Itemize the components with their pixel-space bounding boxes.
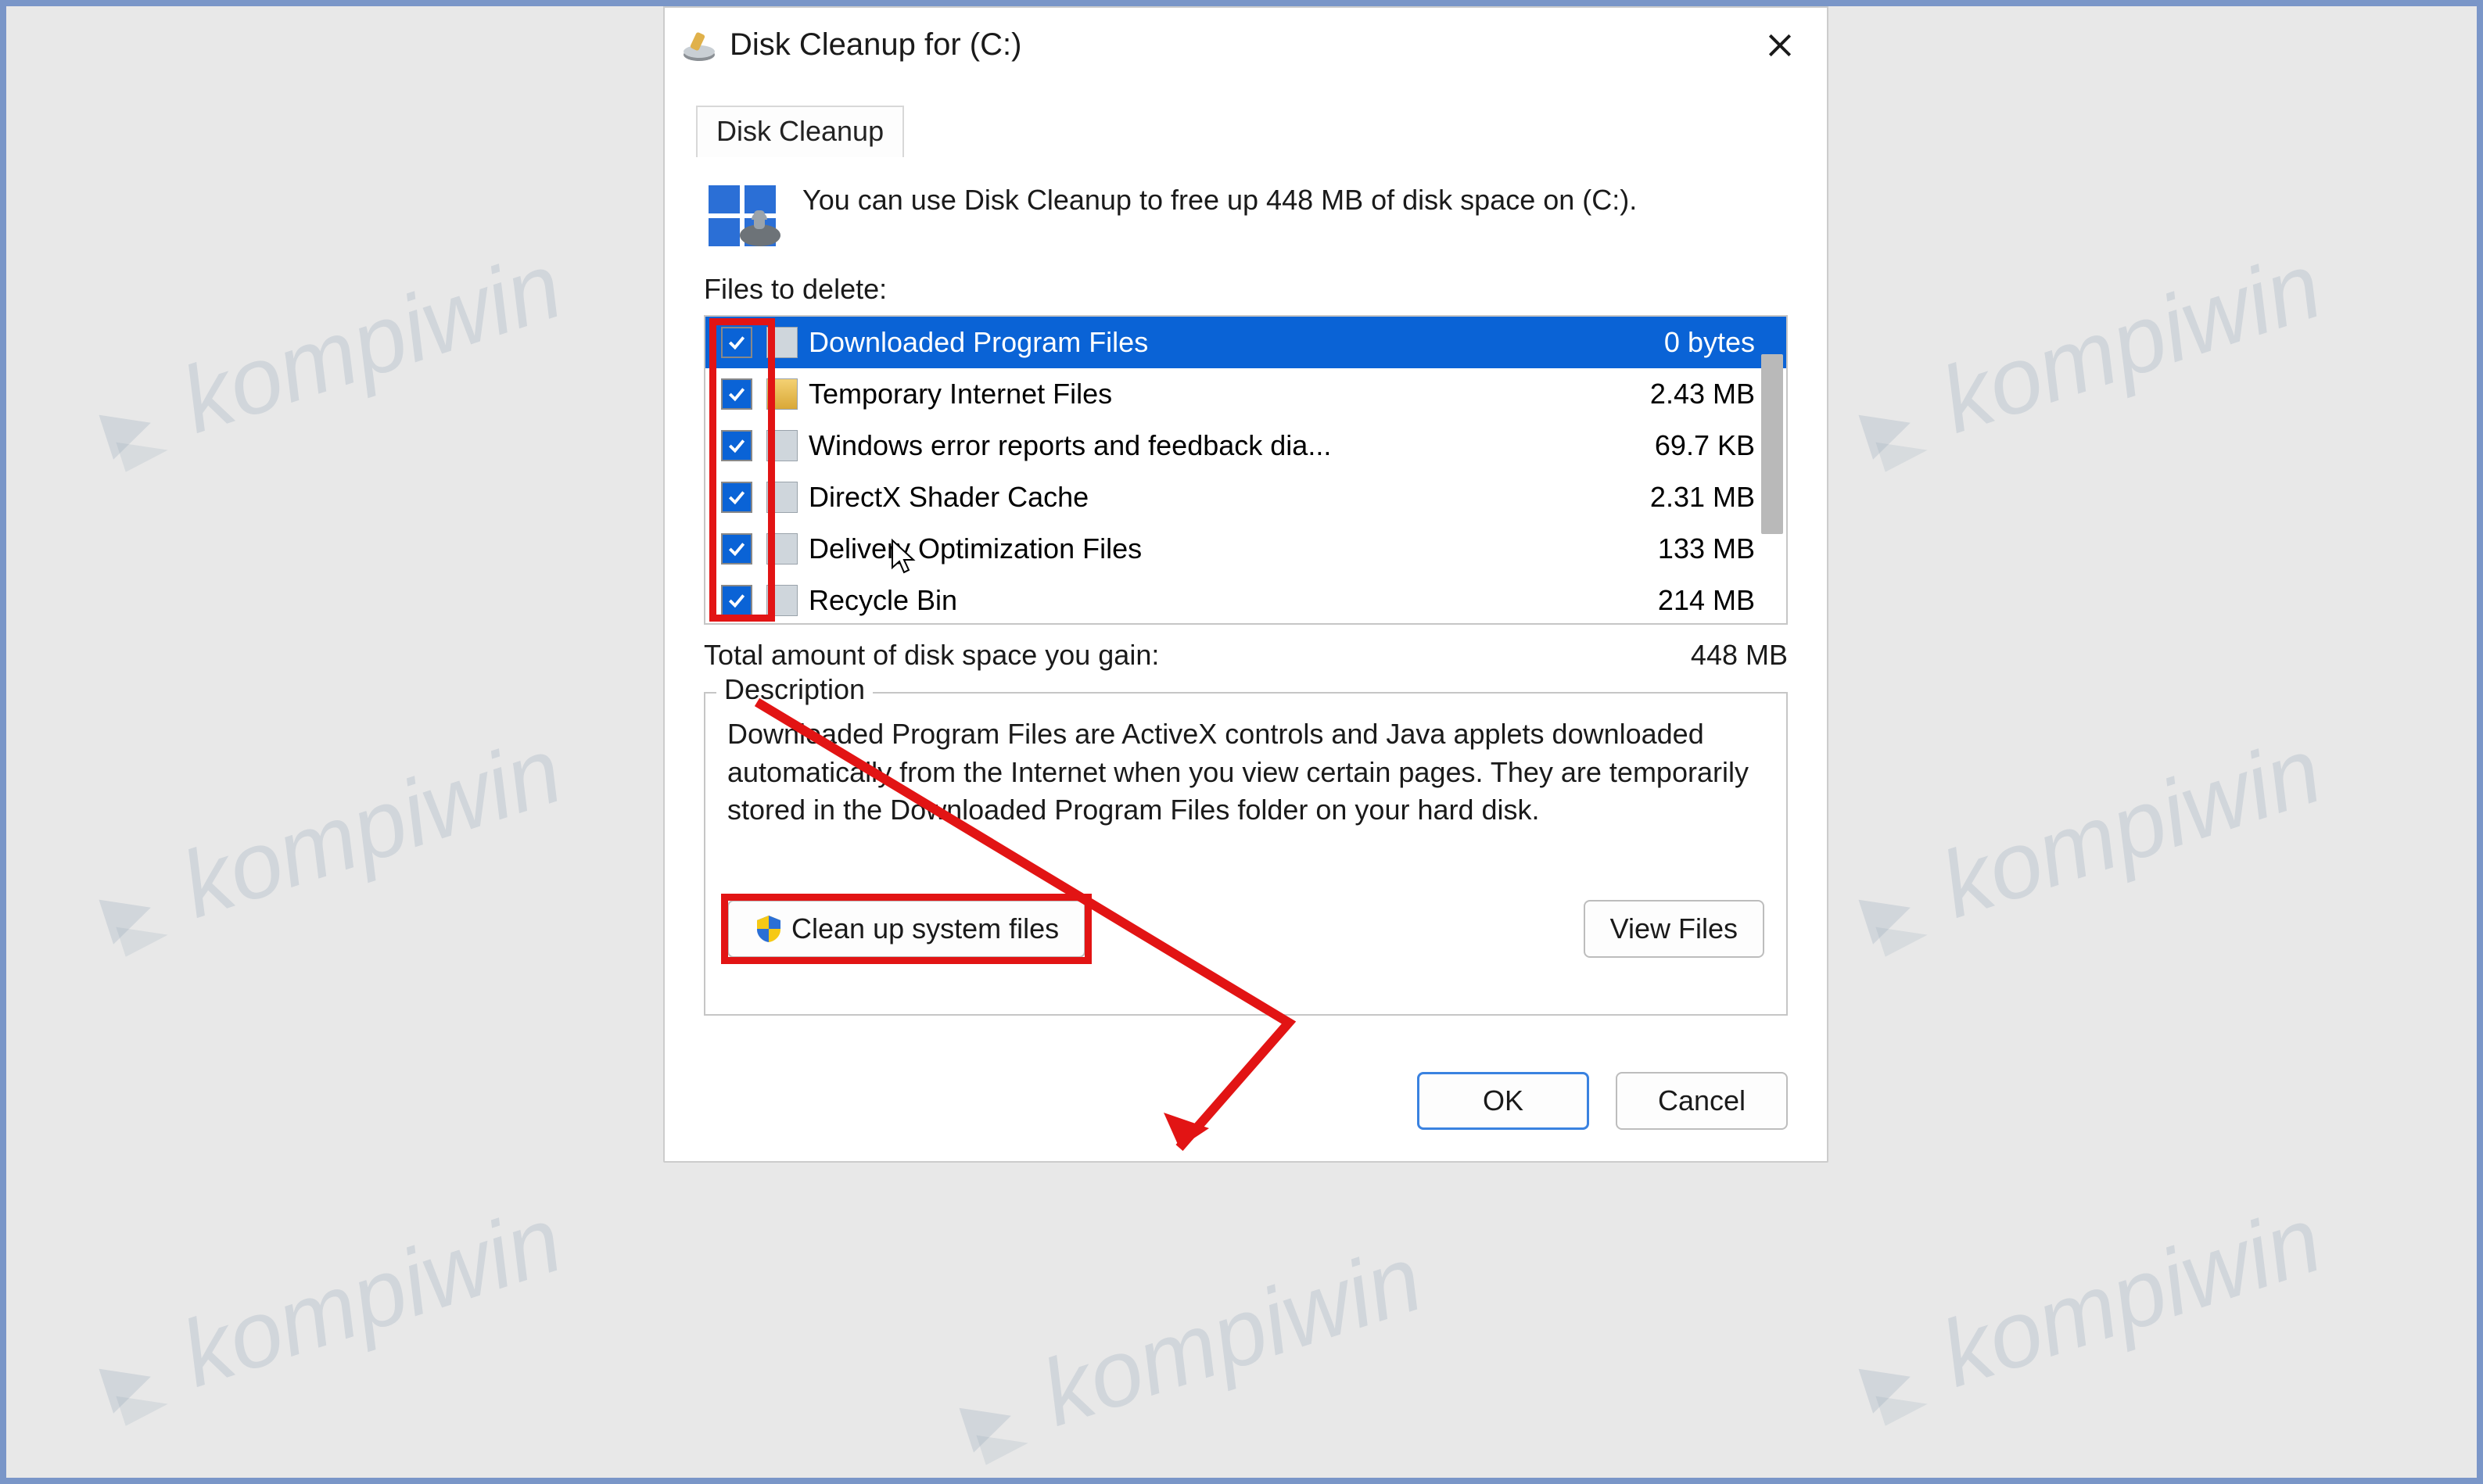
checkbox[interactable] [721, 378, 752, 410]
description-buttons: Clean up system files View Files [727, 900, 1764, 958]
lock-icon [766, 378, 798, 410]
tab-disk-cleanup[interactable]: Disk Cleanup [696, 106, 904, 157]
view-files-button[interactable]: View Files [1584, 900, 1764, 958]
window-title: Disk Cleanup for (C:) [730, 27, 1749, 63]
button-label: Cancel [1658, 1084, 1746, 1117]
file-size: 2.43 MB [1650, 378, 1755, 410]
button-label: Clean up system files [791, 912, 1059, 945]
uac-shield-icon [754, 914, 784, 944]
dialog-footer: OK Cancel [665, 1047, 1827, 1161]
description-text: Downloaded Program Files are ActiveX con… [727, 715, 1764, 830]
file-name: Recycle Bin [809, 584, 1658, 617]
folder-icon [766, 533, 798, 565]
total-space-row: Total amount of disk space you gain: 448… [704, 639, 1788, 672]
file-name: Temporary Internet Files [809, 378, 1650, 410]
dialog-content: You can use Disk Cleanup to free up 448 … [665, 157, 1827, 1047]
outer-frame: kompiwin kompiwin kompiwin kompiwin komp… [0, 0, 2483, 1484]
file-size: 69.7 KB [1655, 429, 1755, 462]
checkbox[interactable] [721, 533, 752, 565]
info-text: You can use Disk Cleanup to free up 448 … [802, 181, 1637, 251]
button-label: OK [1483, 1084, 1523, 1117]
description-group: Description Downloaded Program Files are… [704, 692, 1788, 1016]
ok-button[interactable]: OK [1417, 1072, 1589, 1130]
file-row-temporary-internet-files[interactable]: Temporary Internet Files 2.43 MB [705, 368, 1786, 420]
description-title: Description [716, 673, 873, 706]
file-name: Windows error reports and feedback dia..… [809, 429, 1655, 462]
checkbox[interactable] [721, 482, 752, 513]
info-row: You can use Disk Cleanup to free up 448 … [704, 181, 1788, 251]
scrollbar-thumb[interactable] [1761, 354, 1783, 534]
file-size: 0 bytes [1664, 326, 1755, 359]
button-label: View Files [1610, 912, 1738, 945]
total-value: 448 MB [1691, 639, 1788, 672]
recycle-bin-icon [766, 585, 798, 616]
tab-bar: Disk Cleanup [665, 82, 1827, 157]
file-name: Delivery Optimization Files [809, 532, 1658, 565]
file-row-downloaded-program-files[interactable]: Downloaded Program Files 0 bytes [705, 317, 1786, 368]
titlebar: Disk Cleanup for (C:) [665, 8, 1827, 82]
file-size: 214 MB [1658, 584, 1755, 617]
checkbox[interactable] [721, 585, 752, 616]
file-row-recycle-bin[interactable]: Recycle Bin 214 MB [705, 575, 1786, 625]
file-row-delivery-optimization-files[interactable]: Delivery Optimization Files 133 MB [705, 523, 1786, 575]
file-row-directx-shader-cache[interactable]: DirectX Shader Cache 2.31 MB [705, 471, 1786, 523]
file-size: 2.31 MB [1650, 481, 1755, 514]
disk-cleanup-icon [680, 27, 718, 64]
folder-icon [766, 482, 798, 513]
file-name: DirectX Shader Cache [809, 481, 1650, 514]
file-list-wrapper: Downloaded Program Files 0 bytes Tempora… [704, 315, 1788, 625]
close-button[interactable] [1749, 14, 1811, 77]
cancel-button[interactable]: Cancel [1616, 1072, 1788, 1130]
clean-up-system-files-button[interactable]: Clean up system files [727, 900, 1085, 958]
checkbox[interactable] [721, 430, 752, 461]
checkbox[interactable] [721, 327, 752, 358]
file-size: 133 MB [1658, 532, 1755, 565]
file-list[interactable]: Downloaded Program Files 0 bytes Tempora… [704, 315, 1788, 625]
folder-icon [766, 430, 798, 461]
folder-icon [766, 327, 798, 358]
file-row-windows-error-reports[interactable]: Windows error reports and feedback dia..… [705, 420, 1786, 471]
file-name: Downloaded Program Files [809, 326, 1664, 359]
files-to-delete-label: Files to delete: [704, 273, 1788, 306]
total-label: Total amount of disk space you gain: [704, 639, 1159, 672]
drive-cleanup-info-icon [704, 181, 782, 251]
disk-cleanup-dialog: Disk Cleanup for (C:) Disk Cleanup [663, 6, 1828, 1163]
